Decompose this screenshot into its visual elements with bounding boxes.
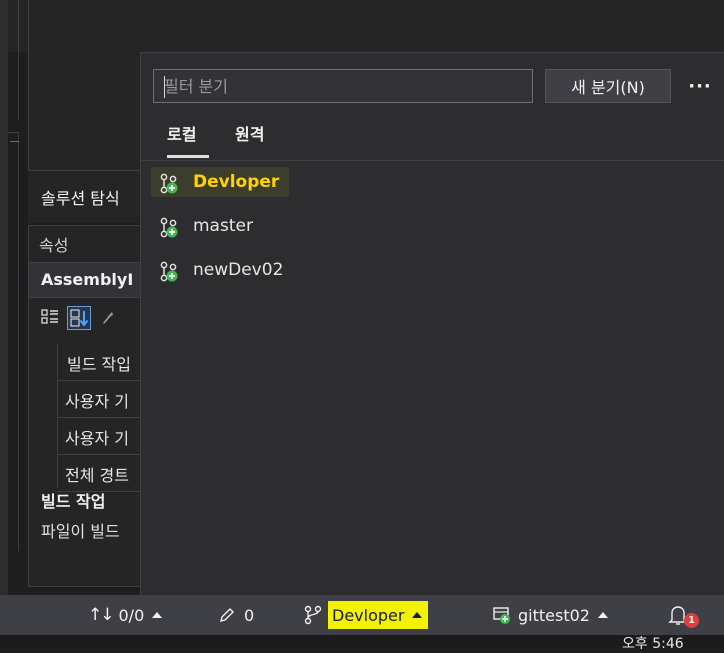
tab-selected-indicator bbox=[167, 155, 209, 158]
property-row[interactable]: 빌드 작입 bbox=[57, 344, 141, 381]
properties-grid: 빌드 작입 사용자 기 사용자 기 전체 경트 bbox=[57, 344, 141, 492]
branch-name: master bbox=[193, 216, 253, 236]
solution-explorer-tab[interactable]: 솔루션 탐식 bbox=[28, 170, 140, 223]
chevron-up-icon bbox=[412, 612, 423, 618]
current-branch-button[interactable]: Devloper bbox=[304, 601, 429, 629]
property-row[interactable]: 사용자 기 bbox=[57, 381, 141, 418]
branch-item-newdev02[interactable]: newDev02 bbox=[141, 249, 724, 293]
property-description-text: 파일이 빌드 bbox=[41, 522, 120, 541]
branch-icon bbox=[160, 217, 178, 238]
properties-header: 속성 bbox=[29, 226, 141, 258]
branch-item-devloper[interactable]: Devloper bbox=[141, 161, 724, 205]
properties-object-name: AssemblyI bbox=[41, 270, 134, 289]
branch-picker-popup: 새 분기(N) ··· 로컬 원격 Devloper bbox=[140, 52, 724, 596]
categorized-icon[interactable] bbox=[39, 306, 61, 328]
left-panel-edge-lower bbox=[8, 132, 19, 551]
tab-local[interactable]: 로컬 bbox=[167, 121, 196, 145]
status-bar: ↑↓ 0/0 0 Devloper gittest02 1 bbox=[0, 595, 724, 635]
branch-filter-input[interactable] bbox=[164, 74, 524, 98]
properties-object-selector[interactable]: AssemblyI bbox=[29, 262, 141, 298]
tab-remote[interactable]: 원격 bbox=[235, 121, 264, 145]
branch-icon bbox=[304, 605, 322, 625]
sort-az-icon[interactable] bbox=[67, 306, 91, 330]
branch-name: Devloper bbox=[193, 172, 280, 192]
branch-icon bbox=[160, 261, 178, 282]
property-row[interactable]: 사용자 기 bbox=[57, 418, 141, 455]
current-branch-label: Devloper bbox=[328, 601, 429, 629]
sync-icon: ↑↓ bbox=[88, 605, 114, 625]
branch-list: Devloper master newDev02 bbox=[141, 161, 724, 293]
top-panel bbox=[28, 0, 724, 52]
changes-count: 0 bbox=[244, 605, 255, 625]
left-dock-strip bbox=[0, 0, 8, 595]
properties-toolbar bbox=[39, 306, 139, 330]
sync-status-button[interactable]: ↑↓ 0/0 bbox=[88, 603, 163, 627]
chevron-up-icon bbox=[597, 612, 608, 618]
property-description-title: 빌드 작업 bbox=[41, 492, 106, 511]
chevron-up-icon bbox=[152, 612, 163, 618]
notification-badge: 1 bbox=[684, 613, 699, 628]
repository-name: gittest02 bbox=[518, 605, 590, 625]
branch-item-master[interactable]: master bbox=[141, 205, 724, 249]
wrench-icon[interactable] bbox=[97, 306, 119, 328]
more-icon[interactable]: ··· bbox=[685, 69, 715, 103]
taskbar: 오후 5:46 bbox=[0, 635, 724, 652]
properties-title: 속성 bbox=[39, 236, 69, 255]
notifications-button[interactable]: 1 bbox=[668, 603, 699, 628]
solution-explorer-label: 솔루션 탐식 bbox=[41, 189, 120, 208]
branch-name: newDev02 bbox=[193, 260, 284, 280]
properties-panel: 속성 AssemblyI 빌드 작입 사용자 기 사용자 기 전체 경트 빌드 … bbox=[28, 225, 142, 587]
branch-filter-field[interactable] bbox=[153, 69, 533, 103]
new-branch-button[interactable]: 새 분기(N) bbox=[545, 69, 671, 103]
branch-icon bbox=[160, 173, 178, 194]
taskbar-clock: 오후 5:46 bbox=[622, 636, 684, 652]
property-row[interactable]: 전체 경트 bbox=[57, 455, 141, 492]
solution-explorer-body bbox=[28, 52, 141, 170]
sync-count: 0/0 bbox=[118, 605, 145, 625]
repository-button[interactable]: gittest02 bbox=[492, 603, 608, 627]
pencil-icon bbox=[220, 608, 234, 622]
pending-changes-button[interactable]: 0 bbox=[218, 603, 254, 627]
left-panel-edge bbox=[8, 0, 19, 120]
repo-icon bbox=[493, 607, 510, 624]
